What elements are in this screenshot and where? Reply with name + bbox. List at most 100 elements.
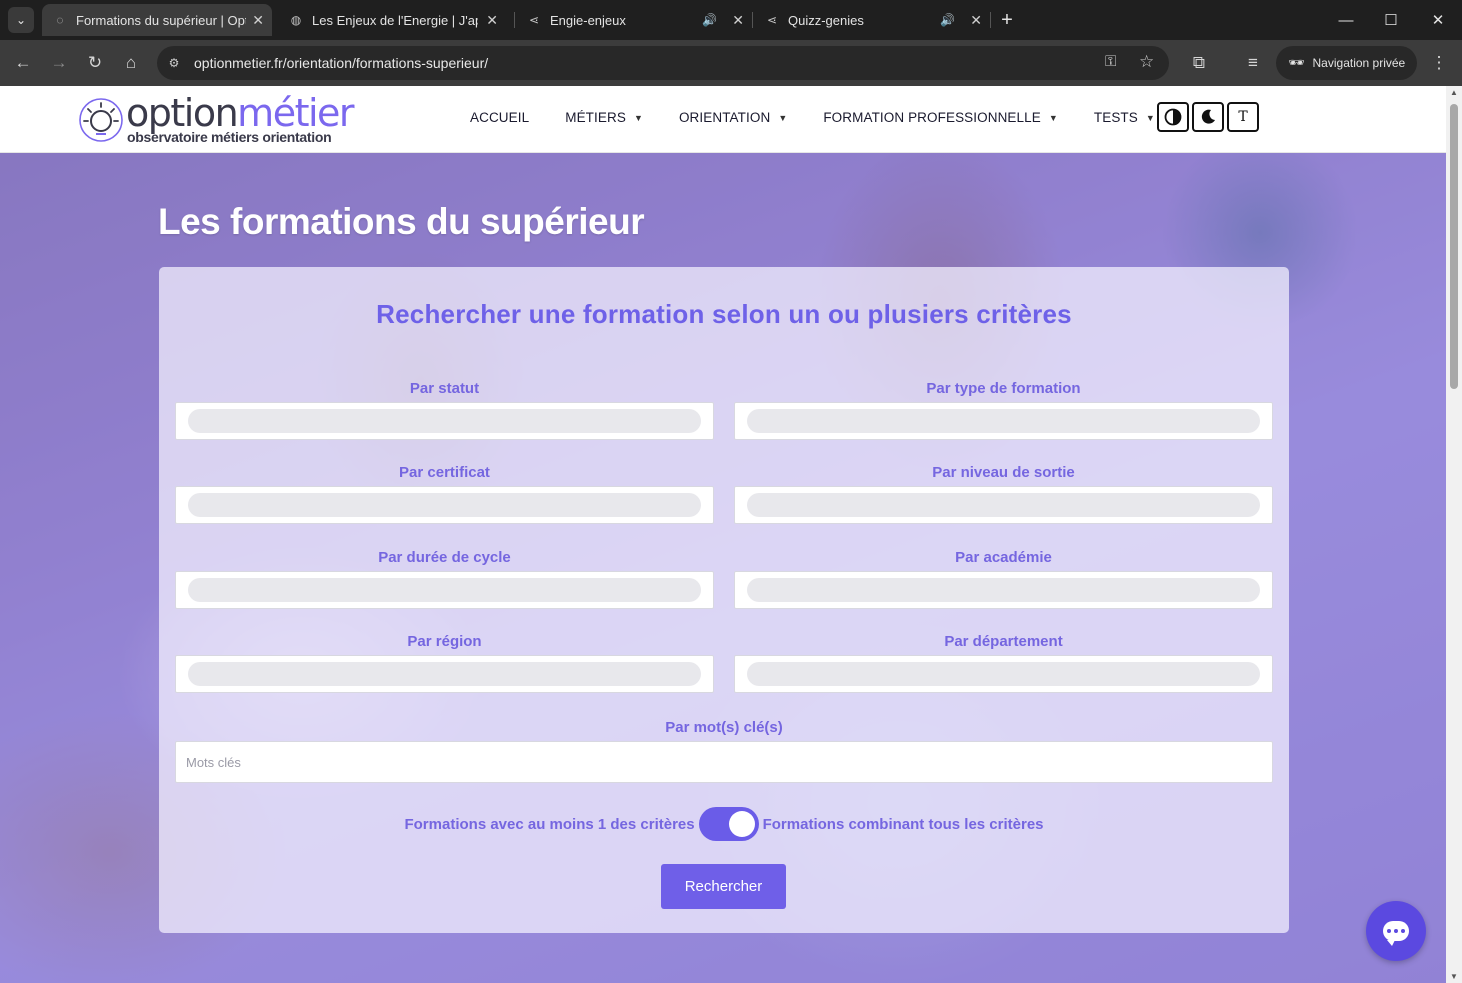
search-form-card: Rechercher une formation selon un ou plu… [159, 267, 1289, 933]
minimize-icon[interactable]: — [1335, 9, 1357, 31]
nav-tests[interactable]: TESTS ▼ [1094, 110, 1155, 125]
duree-cycle-select[interactable] [175, 571, 714, 609]
tab-title: Quizz-genies [788, 12, 864, 28]
filter-label: Par région [407, 633, 482, 650]
contrast-icon [1164, 108, 1182, 126]
nav-metiers[interactable]: MÉTIERS ▼ [565, 110, 643, 125]
close-tab-icon[interactable]: ✕ [486, 12, 498, 29]
dark-mode-button[interactable] [1192, 102, 1224, 132]
private-browsing-badge[interactable]: 🕶 Navigation privée [1276, 46, 1417, 80]
site-settings-icon[interactable]: ⚙ [165, 54, 183, 72]
statut-select[interactable] [175, 402, 714, 440]
hero-section: Les formations du supérieur Rechercher u… [0, 153, 1446, 983]
search-form-heading: Rechercher une formation selon un ou plu… [376, 299, 1072, 329]
window-close-icon[interactable]: ✕ [1427, 9, 1449, 31]
criteria-mode-toggle[interactable] [698, 807, 759, 841]
font-size-icon: T [1238, 109, 1248, 125]
filter-label: Par niveau de sortie [932, 464, 1075, 481]
site-header: optionmétier observatoire métiers orient… [0, 86, 1446, 153]
departement-select[interactable] [734, 655, 1273, 693]
close-tab-icon[interactable]: ✕ [970, 12, 982, 29]
tab-separator [990, 12, 991, 28]
filter-label: Par durée de cycle [378, 549, 511, 566]
reload-icon[interactable]: ↻ [84, 52, 106, 74]
tab-title: Engie-enjeux [550, 12, 626, 28]
niveau-sortie-select[interactable] [734, 486, 1273, 524]
browser-tab-bar: ⌄ ◌ Formations du supérieur | Optic ✕ ◍ … [0, 0, 1462, 40]
certificat-select[interactable] [175, 486, 714, 524]
url-text[interactable]: optionmetier.fr/orientation/formations-s… [194, 55, 488, 71]
filter-certificat: Par certificat [175, 464, 714, 524]
incognito-icon: 🕶 [1288, 55, 1305, 70]
browser-tab-1[interactable]: ◌ Formations du supérieur | Optic ✕ [42, 4, 272, 36]
filter-label: Par certificat [399, 464, 490, 481]
tab-title: Les Enjeux de l'Energie | J'appre [312, 12, 478, 28]
browser-tab-2[interactable]: ◍ Les Enjeux de l'Energie | J'appre ✕ [278, 4, 506, 36]
filter-type-formation: Par type de formation [734, 380, 1273, 440]
forward-arrow-icon[interactable]: → [48, 52, 70, 74]
address-bar[interactable]: ⚙ optionmetier.fr/orientation/formations… [157, 46, 1169, 80]
academie-select[interactable] [734, 571, 1273, 609]
filter-label: Par académie [955, 549, 1052, 566]
tab-separator [514, 12, 515, 28]
filter-label: Par statut [409, 380, 480, 397]
browser-menu-kebab-icon[interactable]: ⋮ [1428, 52, 1450, 74]
select-placeholder [747, 578, 1260, 602]
tab-title: Formations du supérieur | Optic [76, 12, 246, 28]
nav-accueil[interactable]: ACCUEIL [470, 110, 529, 125]
filter-academie: Par académie [734, 549, 1273, 609]
extensions-puzzle-icon[interactable]: ⧉ [1188, 52, 1210, 74]
type-formation-select[interactable] [734, 402, 1273, 440]
filter-duree-cycle: Par durée de cycle [175, 549, 714, 609]
keywords-label: Par mot(s) clé(s) [665, 719, 783, 736]
filter-keywords: Par mot(s) clé(s) [175, 719, 1273, 783]
toggle-knob [728, 811, 755, 837]
toggle-right-label: Formations combinant tous les critères [762, 815, 1044, 833]
select-placeholder [188, 493, 701, 517]
scroll-down-arrow-icon[interactable]: ▼ [1449, 972, 1459, 981]
password-key-icon[interactable]: ⚿ [1105, 53, 1116, 70]
select-placeholder [747, 409, 1260, 433]
browser-tab-4[interactable]: ⋖ Quizz-genies 🔊 ✕ [754, 4, 990, 36]
contrast-toggle-button[interactable] [1157, 102, 1189, 132]
scroll-up-arrow-icon[interactable]: ▲ [1449, 88, 1459, 97]
browser-tab-3[interactable]: ⋖ Engie-enjeux 🔊 ✕ [516, 4, 752, 36]
page-scrollbar[interactable]: ▲ ▼ [1446, 86, 1462, 983]
back-arrow-icon[interactable]: ← [12, 52, 34, 74]
keywords-input[interactable] [175, 741, 1273, 783]
select-placeholder [188, 662, 701, 686]
new-tab-plus-icon[interactable]: + [996, 9, 1018, 31]
page-title: Les formations du supérieur [158, 201, 645, 242]
bookmark-star-icon[interactable]: ☆ [1139, 52, 1154, 72]
region-select[interactable] [175, 655, 714, 693]
browser-toolbar: ← → ↻ ⌂ ⚙ optionmetier.fr/orientation/fo… [0, 40, 1462, 86]
chat-bubble-icon [1383, 921, 1409, 946]
reading-list-icon[interactable]: ≡ [1242, 52, 1264, 74]
audio-playing-icon[interactable]: 🔊 [702, 13, 717, 27]
nav-orientation[interactable]: ORIENTATION ▼ [679, 110, 787, 125]
font-size-button[interactable]: T [1227, 102, 1259, 132]
chevron-down-icon: ▼ [1048, 112, 1058, 123]
close-tab-icon[interactable]: ✕ [252, 12, 264, 29]
filter-label: Par département [944, 633, 1063, 650]
select-placeholder [747, 493, 1260, 517]
globe-icon: ◍ [290, 13, 302, 27]
scrollbar-thumb[interactable] [1450, 104, 1458, 389]
chat-widget-button[interactable] [1366, 901, 1426, 961]
tab-search-chevron-icon[interactable]: ⌄ [8, 7, 34, 33]
maximize-icon[interactable]: ☐ [1380, 9, 1402, 31]
close-tab-icon[interactable]: ✕ [732, 12, 744, 29]
audio-playing-icon[interactable]: 🔊 [940, 13, 955, 27]
home-icon[interactable]: ⌂ [120, 52, 142, 74]
moon-icon [1201, 109, 1215, 124]
nav-formation-professionnelle[interactable]: FORMATION PROFESSIONNELLE ▼ [823, 110, 1058, 125]
filter-region: Par région [175, 633, 714, 693]
vscode-icon: ⋖ [528, 13, 540, 27]
private-label: Navigation privée [1312, 56, 1406, 70]
site-logo[interactable]: optionmétier observatoire métiers orient… [78, 93, 355, 147]
logo-sun-bulb-icon [79, 98, 123, 142]
search-button[interactable]: Rechercher [661, 864, 786, 909]
select-placeholder [747, 662, 1260, 686]
logo-wordmark: optionmétier [126, 91, 355, 135]
criteria-mode-toggle-row: Formations avec au moins 1 des critères … [159, 807, 1289, 841]
